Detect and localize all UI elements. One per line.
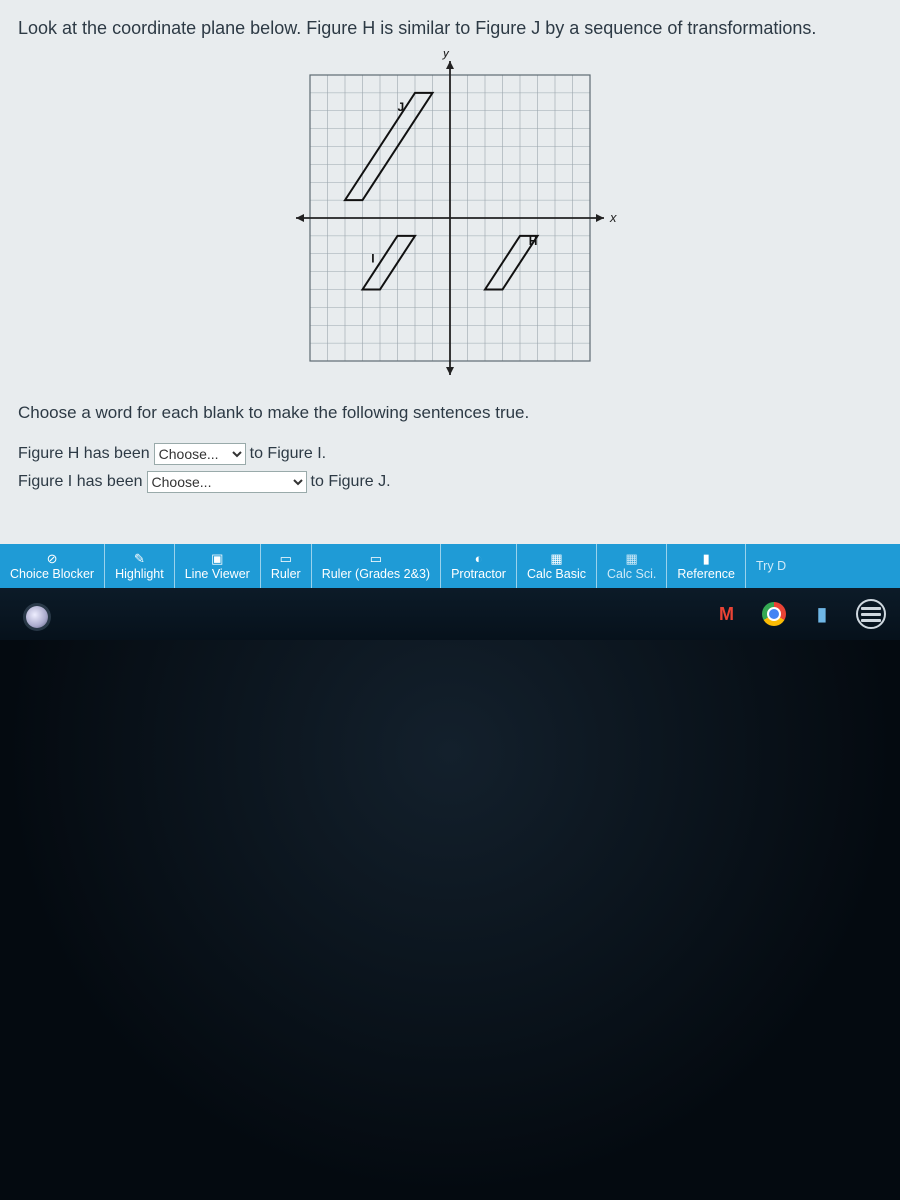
tool-label: Protractor <box>451 567 506 581</box>
coordinate-plane-svg: x y J I H <box>280 51 620 381</box>
os-taskbar: M ▮ <box>0 588 900 640</box>
gmail-icon[interactable]: M <box>712 600 740 628</box>
tool-label: Calc Basic <box>527 567 586 581</box>
svg-text:I: I <box>371 252 374 266</box>
blocker-icon: ⊘ <box>47 552 58 565</box>
question-prompt: Look at the coordinate plane below. Figu… <box>18 18 882 39</box>
tool-try[interactable]: Try D <box>746 544 796 588</box>
svg-text:H: H <box>529 234 538 248</box>
ruler-icon: ▭ <box>370 552 382 565</box>
sentence-2: Figure I has been Choose... to Figure J. <box>18 469 882 495</box>
chrome-icon[interactable] <box>760 600 788 628</box>
question-content: Look at the coordinate plane below. Figu… <box>0 0 900 495</box>
fill-in-sentences: Figure H has been Choose... to Figure I.… <box>18 441 882 495</box>
instruction-text: Choose a word for each blank to make the… <box>18 403 882 423</box>
tool-line-viewer[interactable]: ▣ Line Viewer <box>175 544 261 588</box>
files-icon[interactable]: ▮ <box>808 600 836 628</box>
svg-text:y: y <box>442 51 451 60</box>
laptop-keyboard-region <box>0 640 900 1200</box>
tool-calc-basic[interactable]: ▦ Calc Basic <box>517 544 597 588</box>
tool-highlight[interactable]: ✎ Highlight <box>105 544 175 588</box>
tool-protractor[interactable]: ◐ Protractor <box>441 544 517 588</box>
viewer-icon: ▣ <box>211 552 223 565</box>
tool-label: Calc Sci. <box>607 567 656 581</box>
pencil-icon: ✎ <box>134 552 145 565</box>
tool-label: Highlight <box>115 567 164 581</box>
tool-reference[interactable]: ▮ Reference <box>667 544 746 588</box>
sentence-2-pre: Figure I has been <box>18 469 143 495</box>
tool-label: Ruler (Grades 2&3) <box>322 567 430 581</box>
tool-ruler[interactable]: ▭ Ruler <box>261 544 312 588</box>
tool-label: Choice Blocker <box>10 567 94 581</box>
svg-text:J: J <box>398 100 405 114</box>
tool-choice-blocker[interactable]: ⊘ Choice Blocker <box>0 544 105 588</box>
sentence-1: Figure H has been Choose... to Figure I. <box>18 441 882 467</box>
ruler-icon: ▭ <box>280 552 292 565</box>
protractor-icon: ◐ <box>475 552 483 565</box>
tool-ruler-23[interactable]: ▭ Ruler (Grades 2&3) <box>312 544 441 588</box>
sentence-1-pre: Figure H has been <box>18 441 150 467</box>
sentence-1-post: to Figure I. <box>250 441 326 467</box>
tool-label: Reference <box>677 567 735 581</box>
dropdown-1[interactable]: Choose... <box>154 443 246 465</box>
app-screen: Look at the coordinate plane below. Figu… <box>0 0 900 640</box>
tool-label: Line Viewer <box>185 567 250 581</box>
tool-label: Try D <box>756 559 786 573</box>
svg-text:x: x <box>609 210 617 225</box>
tools-toolbar: ⊘ Choice Blocker ✎ Highlight ▣ Line View… <box>0 544 900 588</box>
tool-calc-sci[interactable]: ▦ Calc Sci. <box>597 544 667 588</box>
calculator-icon: ▦ <box>626 552 638 565</box>
dropdown-2[interactable]: Choose... <box>147 471 307 493</box>
book-icon: ▮ <box>703 552 710 565</box>
menu-icon[interactable] <box>856 599 886 629</box>
tool-label: Ruler <box>271 567 301 581</box>
coordinate-plane-figure: x y J I H <box>18 45 882 393</box>
record-indicator-icon <box>26 606 48 628</box>
sentence-2-post: to Figure J. <box>311 469 391 495</box>
calculator-icon: ▦ <box>550 552 562 565</box>
